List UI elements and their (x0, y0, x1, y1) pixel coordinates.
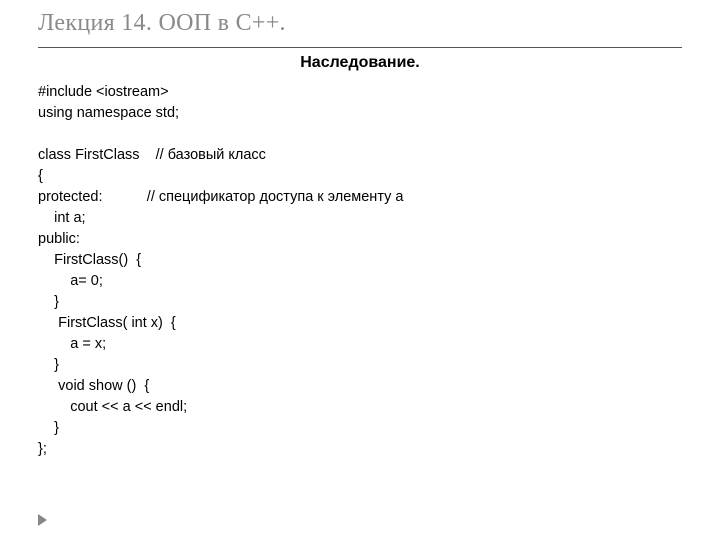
code-line: class FirstClass // базовый класс (38, 147, 266, 163)
code-block: #include <iostream> using namespace std;… (0, 82, 720, 460)
footer-arrow-icon (38, 514, 47, 526)
code-line: } (38, 294, 59, 310)
code-line: FirstClass( int x) { (38, 315, 176, 331)
code-line: protected: // спецификатор доступа к эле… (38, 189, 403, 205)
code-line: void show () { (38, 378, 149, 394)
code-line: { (38, 168, 43, 184)
code-line: cout << a << endl; (38, 399, 187, 415)
code-line: } (38, 420, 59, 436)
slide-title: Лекция 14. ООП в С++. (0, 0, 720, 37)
title-underline (38, 47, 682, 48)
code-line: a= 0; (38, 273, 103, 289)
code-line: using namespace std; (38, 105, 179, 121)
slide-subtitle: Наследование. (0, 54, 720, 72)
code-line: a = x; (38, 336, 106, 352)
code-line: }; (38, 441, 47, 457)
code-line: #include <iostream> (38, 84, 169, 100)
code-line: FirstClass() { (38, 252, 141, 268)
code-line: } (38, 357, 59, 373)
code-line: int a; (38, 210, 86, 226)
code-line: public: (38, 231, 80, 247)
